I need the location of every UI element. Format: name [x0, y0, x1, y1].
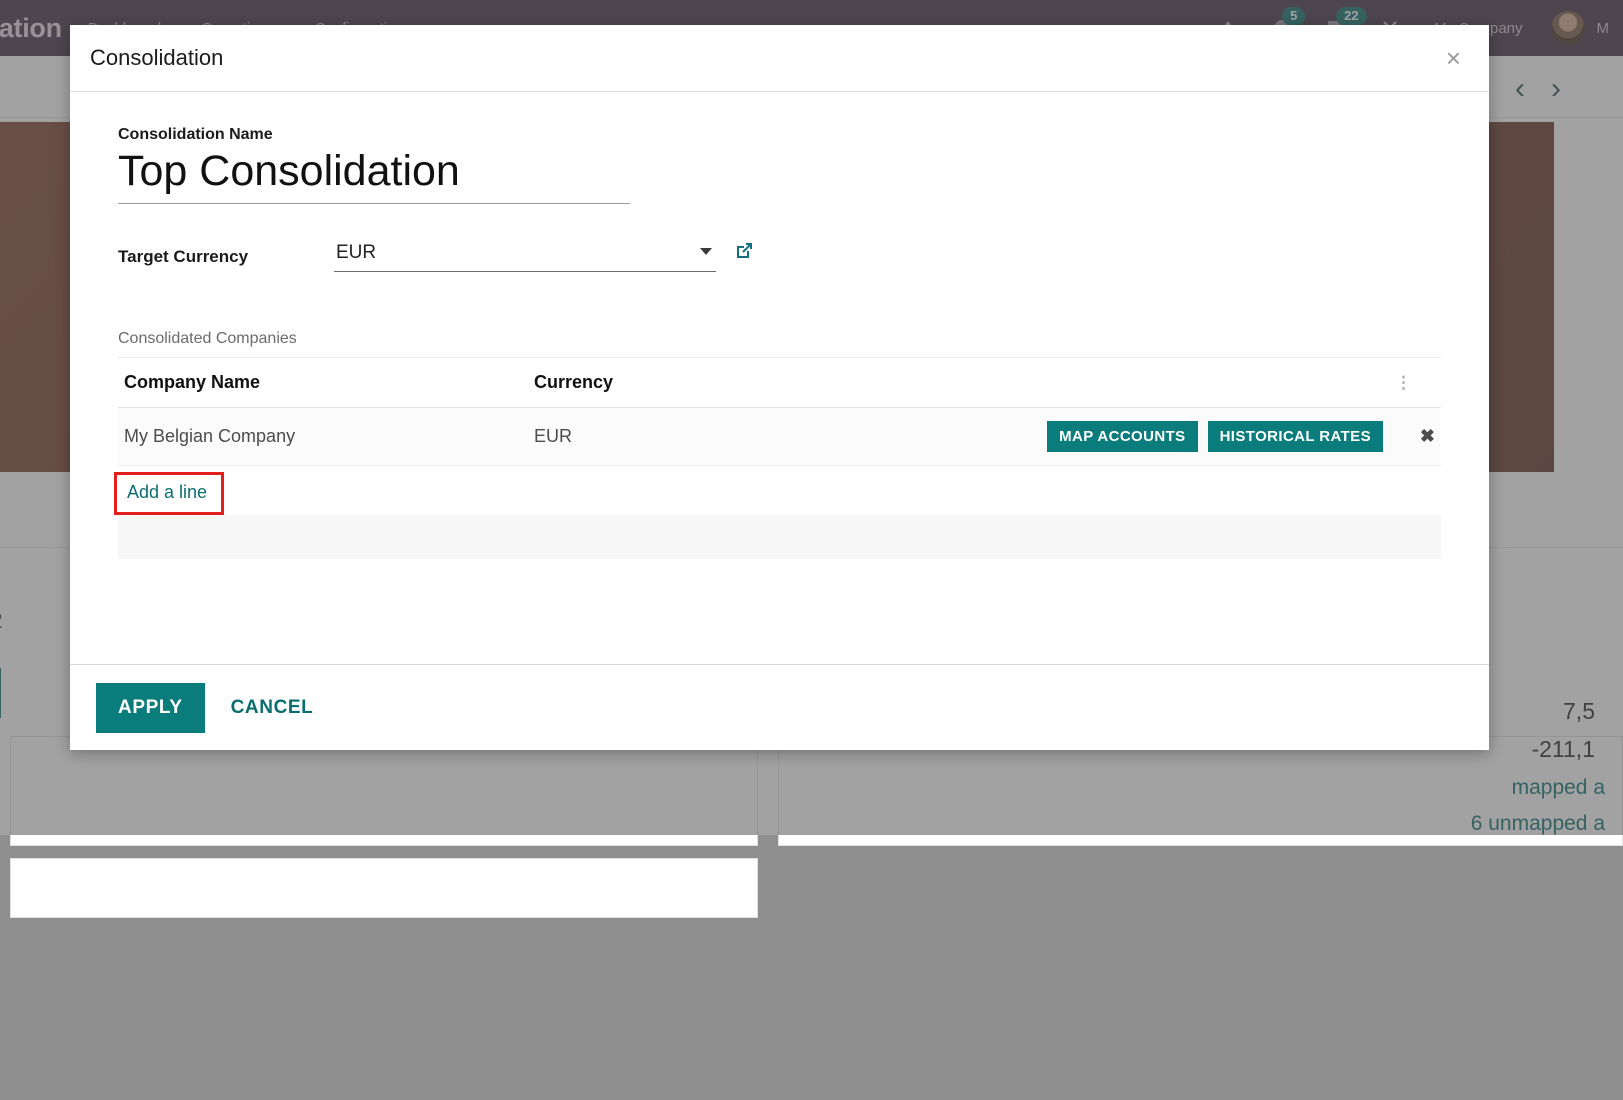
- cell-row-actions: MAP ACCOUNTS HISTORICAL RATES: [932, 408, 1389, 466]
- table-row[interactable]: My Belgian Company EUR MAP ACCOUNTS HIST…: [118, 408, 1441, 466]
- external-link-icon[interactable]: [734, 240, 755, 266]
- consolidation-name-label: Consolidation Name: [118, 126, 1441, 144]
- column-header-company-name[interactable]: Company Name: [118, 358, 528, 408]
- cell-currency[interactable]: EUR: [528, 408, 932, 466]
- background-panel-left-secondary: [10, 858, 758, 918]
- consolidation-dialog: Consolidation × Consolidation Name Targe…: [70, 25, 1489, 750]
- target-currency-row: Target Currency: [118, 240, 1441, 272]
- historical-rates-button[interactable]: HISTORICAL RATES: [1208, 421, 1383, 452]
- apply-button[interactable]: APPLY: [96, 683, 205, 733]
- add-line-cell: Add a line: [118, 466, 1441, 516]
- column-header-currency[interactable]: Currency: [528, 358, 932, 408]
- table-options-icon[interactable]: ⋮: [1395, 373, 1413, 392]
- cancel-button[interactable]: CANCEL: [215, 683, 330, 733]
- dialog-footer: APPLY CANCEL: [70, 664, 1489, 750]
- cell-company-name[interactable]: My Belgian Company: [118, 408, 528, 466]
- close-icon[interactable]: ×: [1440, 41, 1467, 75]
- consolidated-companies-table: Company Name Currency ⋮ My Belgian Compa…: [118, 358, 1441, 559]
- table-filler-cell: [118, 515, 1441, 559]
- add-line-highlight: Add a line: [114, 472, 224, 515]
- delete-row-icon[interactable]: ✖: [1389, 408, 1441, 466]
- table-body: My Belgian Company EUR MAP ACCOUNTS HIST…: [118, 408, 1441, 560]
- target-currency-select[interactable]: [334, 240, 716, 272]
- table-head: Company Name Currency ⋮: [118, 358, 1441, 408]
- dialog-header: Consolidation ×: [70, 25, 1489, 92]
- dialog-body: Consolidation Name Target Currency Conso…: [70, 92, 1489, 664]
- consolidated-companies-title: Consolidated Companies: [118, 330, 1441, 358]
- chevron-down-icon[interactable]: [700, 248, 712, 255]
- map-accounts-button[interactable]: MAP ACCOUNTS: [1047, 421, 1197, 452]
- dialog-title: Consolidation: [90, 45, 223, 71]
- consolidation-name-input[interactable]: [118, 146, 630, 204]
- table-filler-row: [118, 515, 1441, 559]
- add-line-row: Add a line: [118, 466, 1441, 516]
- add-a-line-link[interactable]: Add a line: [127, 482, 207, 502]
- table-header-row: Company Name Currency ⋮: [118, 358, 1441, 408]
- target-currency-input[interactable]: [334, 240, 700, 271]
- column-header-actions: [932, 358, 1389, 408]
- target-currency-label: Target Currency: [118, 247, 334, 272]
- column-options-header: ⋮: [1389, 358, 1441, 408]
